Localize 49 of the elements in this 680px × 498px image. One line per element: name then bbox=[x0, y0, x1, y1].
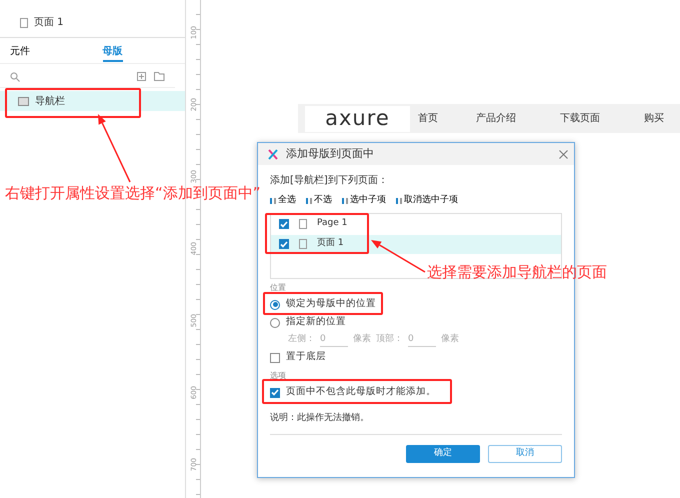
master-icon bbox=[18, 96, 29, 106]
page-item[interactable]: 页面 1 bbox=[34, 15, 64, 30]
prompt-text: 添加[导航栏]到下列页面： bbox=[270, 174, 389, 188]
page-icon bbox=[20, 18, 28, 28]
add-icon[interactable] bbox=[137, 72, 146, 81]
nav-item[interactable]: 购买 bbox=[644, 111, 664, 126]
search-icon[interactable] bbox=[10, 72, 20, 82]
field-label: 顶部： bbox=[376, 333, 403, 346]
checkbox[interactable] bbox=[279, 239, 289, 249]
option-label: 锁定为母版中的位置 bbox=[286, 297, 376, 312]
ok-button[interactable]: 确定 bbox=[406, 445, 480, 463]
dialog-title: 添加母版到页面中 bbox=[286, 146, 375, 162]
master-label: 导航栏 bbox=[35, 94, 65, 108]
arrow bbox=[371, 240, 426, 273]
section-label: 选项 bbox=[270, 370, 287, 380]
cancel-button[interactable]: 取消 bbox=[488, 445, 562, 463]
arrow bbox=[98, 114, 131, 182]
checkbox[interactable] bbox=[270, 352, 280, 362]
tab[interactable]: 元件 bbox=[10, 44, 92, 63]
page-row[interactable]: 页面 1 bbox=[271, 234, 561, 254]
toolbar-button[interactable]: 不选 bbox=[306, 194, 332, 208]
option-label: 页面中不包含此母版时才能添加。 bbox=[286, 385, 436, 400]
checkbox[interactable] bbox=[279, 219, 289, 229]
nav-item[interactable]: 产品介绍 bbox=[476, 111, 516, 126]
option-label: 置于底层 bbox=[286, 350, 326, 364]
nav-item[interactable]: 下载页面 bbox=[560, 111, 600, 126]
unit-label: 像素 bbox=[441, 333, 459, 346]
toolbar-button[interactable]: 取消选中子项 bbox=[396, 194, 458, 208]
radio-button[interactable] bbox=[270, 300, 280, 310]
page-row[interactable]: Page 1 bbox=[271, 214, 561, 234]
radio-button[interactable] bbox=[270, 318, 280, 328]
app-logo-icon bbox=[268, 148, 278, 160]
toolbar-button[interactable]: 选中子项 bbox=[342, 194, 386, 208]
field-label: 左侧： bbox=[288, 333, 315, 346]
logo: axure bbox=[305, 106, 410, 132]
close-icon[interactable] bbox=[559, 150, 568, 158]
folder-icon[interactable] bbox=[154, 72, 165, 81]
page-name: Page 1 bbox=[317, 217, 348, 230]
toolbar-button[interactable]: 全选 bbox=[270, 194, 296, 208]
annotation-text: 右键打开属性设置选择“添加到页面中” bbox=[5, 186, 261, 201]
master-row[interactable]: 导航栏 bbox=[0, 91, 185, 111]
option-label: 指定新的位置 bbox=[286, 315, 346, 330]
checkbox[interactable] bbox=[270, 388, 280, 398]
note-text: 说明：此操作无法撤销。 bbox=[270, 412, 562, 435]
page-name: 页面 1 bbox=[317, 237, 344, 250]
section-label: 位置 bbox=[270, 282, 287, 292]
tab[interactable]: 母版 bbox=[102, 44, 185, 63]
unit-label: 像素 bbox=[353, 333, 371, 346]
nav-item[interactable]: 首页 bbox=[418, 111, 438, 126]
